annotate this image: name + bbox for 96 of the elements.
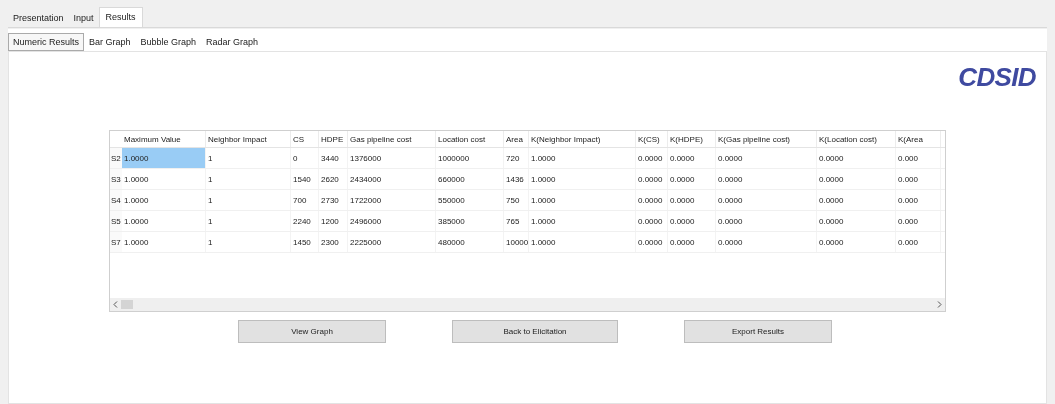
table-cell: 0.0000 (636, 169, 668, 189)
table-cell: 1436 (504, 169, 529, 189)
scroll-thumb[interactable] (121, 300, 133, 309)
table-cell: 660000 (436, 169, 504, 189)
horizontal-scrollbar[interactable] (110, 298, 945, 311)
table-cell: 1722000 (348, 190, 436, 210)
table-cell: 0.000 (896, 232, 941, 252)
column-header: K(Neighbor Impact) (529, 131, 636, 147)
table-cell: 2496000 (348, 211, 436, 231)
table-cell: 385000 (436, 211, 504, 231)
row-header: S2 (110, 148, 122, 168)
column-header: K(Location cost) (817, 131, 896, 147)
table-cell: 0.0000 (716, 190, 817, 210)
table-cell: 2240 (291, 211, 319, 231)
table-cell: 0.0000 (716, 148, 817, 168)
table-cell: 2620 (319, 169, 348, 189)
table-cell: 0.000 (896, 148, 941, 168)
table-cell: 1000000 (436, 148, 504, 168)
table-cell: 1.0000 (529, 232, 636, 252)
table-cell: 1376000 (348, 148, 436, 168)
table-cell: 1.0000 (529, 148, 636, 168)
table-cell: 1200 (319, 211, 348, 231)
column-header: Maximum Value (122, 131, 206, 147)
table-cell: 0.0000 (636, 211, 668, 231)
column-header: Area (504, 131, 529, 147)
column-header: HDPE (319, 131, 348, 147)
table-cell: 1.0000 (122, 232, 206, 252)
table-cell: 2300 (319, 232, 348, 252)
table-cell: 0.000 (896, 169, 941, 189)
table-cell: 1 (206, 148, 291, 168)
table-cell: 1450 (291, 232, 319, 252)
action-button[interactable]: Export Results (684, 320, 832, 343)
table-cell: 0 (291, 148, 319, 168)
column-header: K(CS) (636, 131, 668, 147)
column-header: CS (291, 131, 319, 147)
table-cell: 720 (504, 148, 529, 168)
column-header: K(Gas pipeline cost) (716, 131, 817, 147)
table-cell: 0.0000 (716, 169, 817, 189)
subtab[interactable]: Numeric Results (8, 33, 84, 51)
column-header: K(Area (896, 131, 941, 147)
table-cell: 3440 (319, 148, 348, 168)
table-cell: 10000 (504, 232, 529, 252)
table-cell: 765 (504, 211, 529, 231)
table-cell: 750 (504, 190, 529, 210)
table-cell: 2730 (319, 190, 348, 210)
row-header: S7 (110, 232, 122, 252)
table-cell: 700 (291, 190, 319, 210)
table-cell: 0.0000 (636, 148, 668, 168)
tab[interactable]: Presentation (8, 10, 69, 27)
subtab[interactable]: Bubble Graph (135, 34, 202, 51)
row-header: S3 (110, 169, 122, 189)
column-header: Location cost (436, 131, 504, 147)
column-header: K(HDPE) (668, 131, 716, 147)
table-cell: 0.0000 (716, 232, 817, 252)
table-cell: 1540 (291, 169, 319, 189)
table-cell: 550000 (436, 190, 504, 210)
table-cell: 1 (206, 211, 291, 231)
table-cell: 0.0000 (668, 169, 716, 189)
table-cell: 0.0000 (817, 148, 896, 168)
row-header: S5 (110, 211, 122, 231)
subtab[interactable]: Bar Graph (84, 34, 136, 51)
table-cell: 2225000 (348, 232, 436, 252)
table-cell: 1 (206, 169, 291, 189)
logo: CDSID (958, 62, 1036, 92)
table-cell: 1 (206, 232, 291, 252)
table-cell: 0.000 (896, 211, 941, 231)
table-cell: 1.0000 (529, 211, 636, 231)
tab[interactable]: Input (68, 10, 99, 27)
table-cell: 0.0000 (668, 148, 716, 168)
table-cell: 0.0000 (817, 169, 896, 189)
table-cell: 0.0000 (716, 211, 817, 231)
table-cell: 0.0000 (817, 211, 896, 231)
subtab[interactable]: Radar Graph (201, 34, 264, 51)
action-button[interactable]: View Graph (238, 320, 386, 343)
table-cell: 480000 (436, 232, 504, 252)
row-header: S4 (110, 190, 122, 210)
table-cell: 0.0000 (817, 232, 896, 252)
table-cell: 1.0000 (122, 148, 206, 168)
table-cell: 1.0000 (122, 211, 206, 231)
table-cell: 1.0000 (529, 169, 636, 189)
table-cell: 1.0000 (122, 190, 206, 210)
table-cell: 0.000 (896, 190, 941, 210)
table-cell: 1.0000 (529, 190, 636, 210)
table-cell: 0.0000 (668, 211, 716, 231)
action-button[interactable]: Back to Elicitation (452, 320, 618, 343)
tab[interactable]: Results (98, 7, 143, 27)
table-cell: 0.0000 (668, 190, 716, 210)
table-cell: 1 (206, 190, 291, 210)
table-cell: 0.0000 (636, 232, 668, 252)
table-cell: 2434000 (348, 169, 436, 189)
column-header: Neighbor Impact (206, 131, 291, 147)
table-cell: 1.0000 (122, 169, 206, 189)
table-cell: 0.0000 (668, 232, 716, 252)
table-cell: 0.0000 (636, 190, 668, 210)
column-header: Gas pipeline cost (348, 131, 436, 147)
table-cell: 0.0000 (817, 190, 896, 210)
